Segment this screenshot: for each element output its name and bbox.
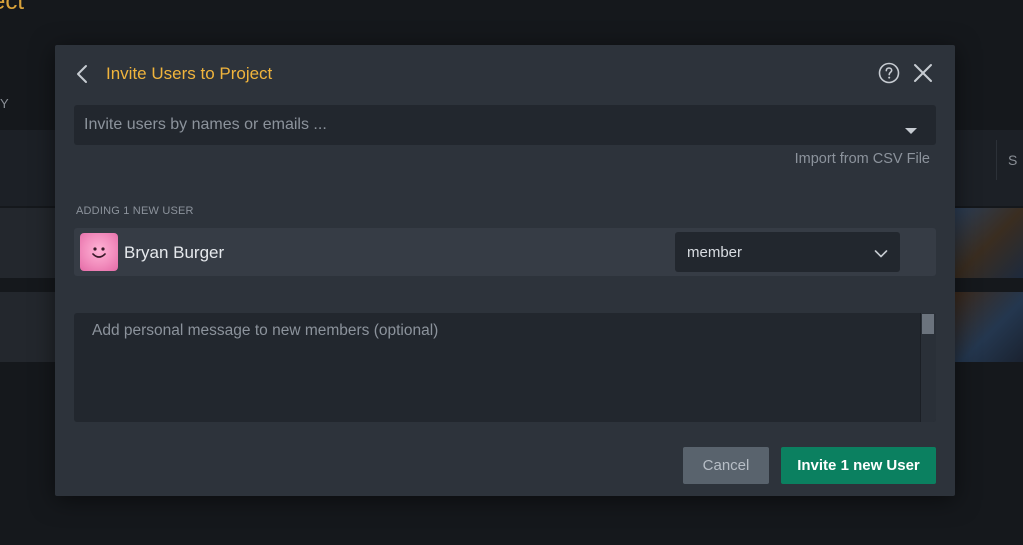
background-thumbnail xyxy=(955,292,1023,362)
help-circle-icon[interactable] xyxy=(877,61,901,85)
invite-users-field xyxy=(74,105,936,145)
chevron-down-icon xyxy=(874,246,888,264)
dialog-header: Invite Users to Project xyxy=(75,61,935,87)
chevron-left-icon[interactable] xyxy=(75,61,101,87)
import-csv-link[interactable]: Import from CSV File xyxy=(795,151,930,167)
user-list-item: Bryan Burger member xyxy=(74,228,936,276)
personal-message-field xyxy=(74,313,936,422)
invite-users-dialog: Invite Users to Project Import from CSV … xyxy=(55,45,955,496)
user-name: Bryan Burger xyxy=(124,243,225,262)
caret-down-icon[interactable] xyxy=(905,128,917,134)
role-select[interactable]: member xyxy=(675,232,900,272)
new-users-section-label: ADDING 1 NEW USER xyxy=(76,205,194,217)
dialog-title: Invite Users to Project xyxy=(106,64,273,83)
invite-users-input[interactable] xyxy=(74,105,894,145)
background-column-label: Y xyxy=(0,96,9,111)
cancel-button[interactable]: Cancel xyxy=(683,447,769,484)
background-thumbnail xyxy=(955,208,1023,278)
smiley-avatar-icon xyxy=(80,233,118,271)
background-divider xyxy=(996,140,997,180)
scrollbar-thumb[interactable] xyxy=(922,314,934,334)
message-scrollbar[interactable] xyxy=(920,313,936,422)
background-page-title: ect xyxy=(0,0,25,15)
role-select-value: member xyxy=(687,244,743,261)
close-icon[interactable] xyxy=(911,61,935,85)
background-right-label: S xyxy=(1008,152,1018,168)
invite-users-button[interactable]: Invite 1 new User xyxy=(781,447,936,484)
personal-message-textarea[interactable] xyxy=(74,313,920,422)
